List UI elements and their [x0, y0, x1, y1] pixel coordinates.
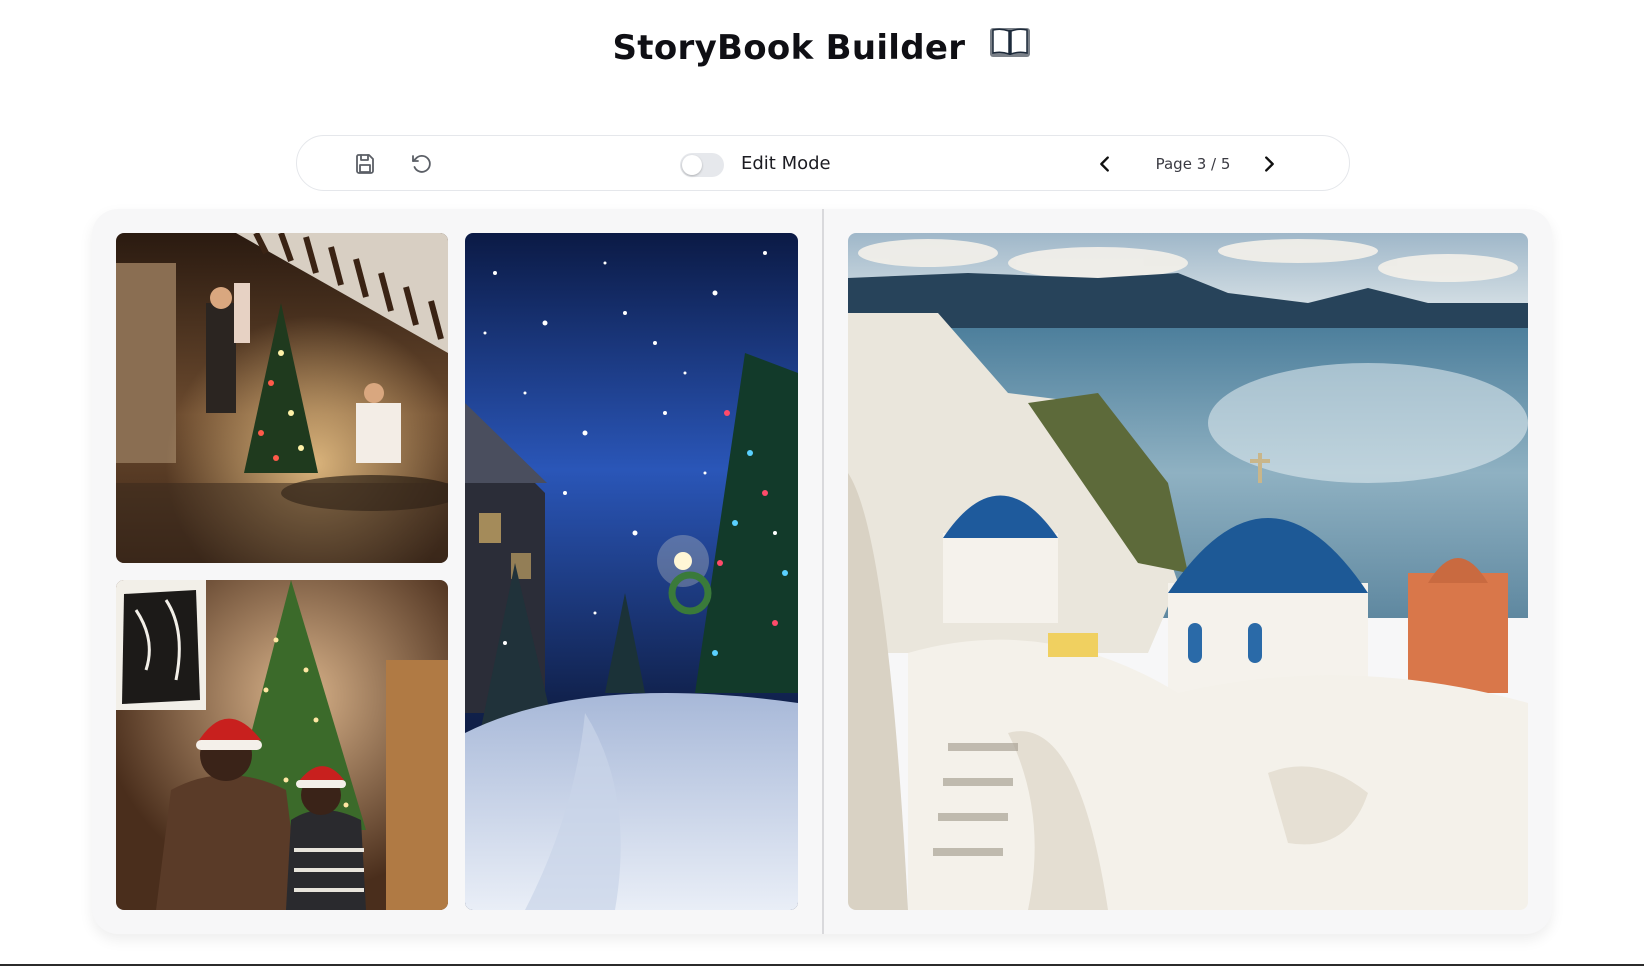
page-indicator: Page 3 / 5 [1155, 155, 1231, 173]
family-decorating-tree-photo[interactable] [116, 233, 448, 563]
save-button[interactable] [351, 150, 379, 178]
snowy-night-street-photo[interactable] [465, 233, 798, 910]
reset-button[interactable] [407, 150, 435, 178]
chevron-left-icon [1100, 156, 1109, 172]
edit-mode-label: Edit Mode [741, 153, 831, 174]
chevron-right-icon [1265, 156, 1274, 172]
page-title: StoryBook Builder [0, 28, 1644, 68]
edit-mode-toggle[interactable] [680, 153, 724, 177]
book-spine [822, 209, 824, 934]
open-book-icon [989, 25, 1031, 68]
save-icon [356, 154, 374, 174]
next-page-button[interactable] [1255, 150, 1283, 178]
toolbar: Edit Mode Page 3 / 5 [296, 135, 1350, 191]
couple-santa-hats-tree-photo[interactable] [116, 580, 448, 910]
storybook-spread [92, 209, 1552, 934]
santorini-blue-domes-photo[interactable] [848, 233, 1528, 910]
title-text: StoryBook Builder [612, 28, 966, 68]
storybook-app: StoryBook Builder Edit Mode Page 3 / 5 [0, 0, 1644, 966]
rotate-ccw-icon [412, 154, 431, 173]
toggle-knob [682, 155, 702, 175]
prev-page-button[interactable] [1091, 150, 1119, 178]
